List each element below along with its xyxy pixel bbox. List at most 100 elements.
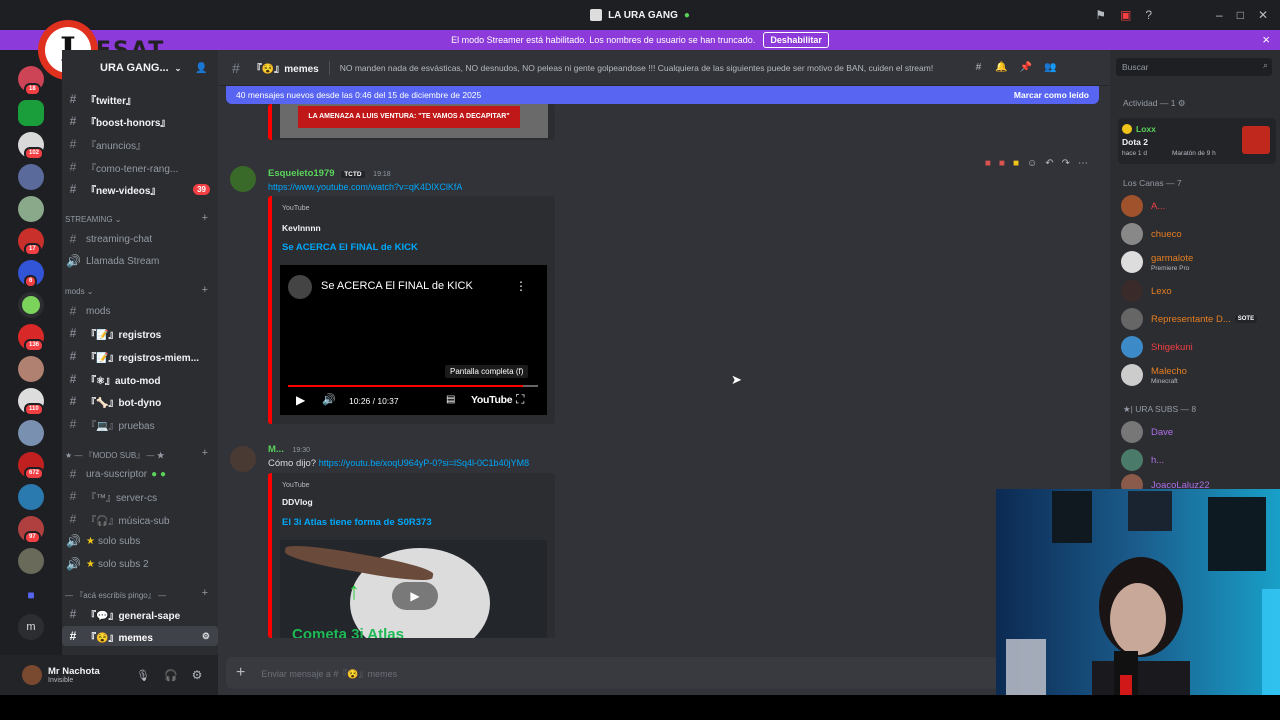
member-item[interactable]: Dave	[1121, 419, 1276, 445]
reaction-icon[interactable]: ■	[999, 158, 1005, 169]
forward-icon[interactable]: ↷	[1062, 158, 1070, 169]
reaction-icon[interactable]: ■	[985, 158, 991, 169]
message-input[interactable]: Enviar mensaje a #『😵』memes	[261, 667, 397, 680]
embed-author[interactable]: Kevlnnnn	[282, 223, 321, 233]
author-avatar[interactable]	[230, 166, 256, 192]
category-aca[interactable]: — 『acá escribís pingo』 —	[65, 590, 166, 601]
server-avatar[interactable]	[18, 164, 44, 190]
server-avatar[interactable]	[18, 100, 44, 126]
channel-item[interactable]: # ura-suscriptor ● ●	[62, 464, 218, 484]
channel-item[interactable]: # 『💻』pruebas	[62, 414, 218, 434]
channel-item[interactable]: # 『⚛』auto-mod	[62, 369, 218, 389]
invite-icon[interactable]: 👤	[195, 63, 207, 74]
member-item[interactable]: Malecho Minecraft	[1121, 362, 1276, 388]
attach-icon[interactable]: +	[236, 664, 245, 682]
mark-read-button[interactable]: Marcar como leído	[1014, 90, 1089, 100]
previous-image[interactable]: LA AMENAZA A LUIS VENTURA: "TE VAMOS A D…	[268, 104, 555, 140]
channel-item[interactable]: # 『🎧』música-sub	[62, 509, 218, 529]
play-icon[interactable]: ▶	[296, 393, 305, 407]
mic-icon[interactable]: 🎙	[136, 669, 150, 682]
activity-card[interactable]: Loxx Dota 2 hace 1 d Maratón de 9 h	[1118, 118, 1276, 164]
embed-title[interactable]: El 3i Atlas tiene forma de S0R373	[282, 517, 432, 528]
settings-icon[interactable]: ⚙	[192, 668, 203, 682]
add-channel-icon[interactable]: +	[202, 284, 208, 296]
channel-topic[interactable]: NO manden nada de esvásticas, NO desnudo…	[340, 63, 960, 73]
message-link[interactable]: https://youtu.be/xoqU964yP-0?si=lSq4l-0C…	[319, 458, 529, 468]
channel-item[interactable]: # 『new-videos』 39	[62, 179, 218, 199]
category-mods[interactable]: mods ⌄	[65, 287, 94, 296]
channel-item[interactable]: # streaming-chat	[62, 229, 218, 249]
embed-author[interactable]: DDVlog	[282, 497, 313, 507]
server-avatar[interactable]	[18, 196, 44, 222]
reply-icon[interactable]: ↶	[1045, 158, 1053, 169]
channel-settings-icon[interactable]: ⚙	[202, 631, 210, 642]
video-player[interactable]: Se ACERCA El FINAL de KICK ⋮ Pantalla co…	[280, 265, 547, 415]
member-item[interactable]: garmalote Premiere Pro	[1121, 249, 1276, 275]
channel-item[interactable]: ▸#『twitter』	[62, 89, 218, 109]
category-streaming[interactable]: STREAMING ⌄	[65, 215, 122, 224]
maximize-icon[interactable]: □	[1237, 8, 1244, 22]
bell-icon[interactable]: 🔔	[995, 62, 1007, 73]
screen-icon[interactable]: ▣	[1120, 8, 1131, 22]
captions-icon[interactable]: ▤	[446, 394, 455, 405]
video-thumbnail[interactable]: ↑ ▶ Cometa 3i Atlas	[280, 540, 547, 638]
search-input[interactable]: Buscar ⌕	[1116, 58, 1272, 76]
voice-channel-item[interactable]: 🔊 Llamada Stream	[62, 251, 218, 271]
play-button-icon[interactable]: ▶	[392, 582, 438, 610]
channel-item-selected[interactable]: # 『😵』memes ⚙	[62, 626, 218, 646]
fullscreen-icon[interactable]: ⛶	[516, 392, 524, 407]
author-name[interactable]: Esqueleto1979	[268, 168, 335, 179]
volume-icon[interactable]: 🔊	[322, 393, 336, 406]
add-channel-icon[interactable]: +	[202, 447, 208, 459]
pin-icon[interactable]: 📌	[1020, 62, 1032, 73]
add-reaction-icon[interactable]: ☺	[1027, 158, 1037, 169]
member-item[interactable]: Representante D... SOTE	[1121, 306, 1276, 332]
member-item[interactable]: A...	[1121, 193, 1276, 219]
server-avatar[interactable]	[18, 548, 44, 574]
members-icon[interactable]: 👥	[1044, 62, 1056, 73]
member-item[interactable]: Shigekuni	[1121, 334, 1276, 360]
headphones-icon[interactable]: 🎧	[164, 669, 178, 682]
more-icon[interactable]: ⋯	[1078, 158, 1088, 169]
author-name[interactable]: M...	[268, 444, 284, 455]
help-icon[interactable]: ?	[1145, 8, 1152, 22]
server-header[interactable]: URA GANG... ⌄ 👤	[62, 50, 218, 86]
message-composer[interactable]: + Enviar mensaje a #『😵』memes	[226, 657, 1099, 689]
new-messages-bar[interactable]: 40 mensajes nuevos desde las 0:46 del 15…	[226, 86, 1099, 104]
embed-title[interactable]: Se ACERCA El FINAL de KICK	[282, 242, 418, 253]
category-modo-sub[interactable]: ★ — 『MODO SUB』 — ★	[65, 450, 165, 461]
channel-item[interactable]: # 『anuncios』	[62, 134, 218, 154]
message-link[interactable]: https://www.youtube.com/watch?v=qK4DlXCl…	[268, 182, 462, 192]
channel-item[interactable]: # 『📝』registros-miem...	[62, 346, 218, 366]
add-channel-icon[interactable]: +	[202, 587, 208, 599]
voice-channel-item[interactable]: 🔊 ★ solo subs	[62, 531, 218, 551]
channel-item[interactable]: # 『💬』general-sape	[62, 604, 218, 624]
youtube-logo[interactable]: YouTube	[471, 394, 513, 406]
channel-item[interactable]: # 『📝』registros	[62, 323, 218, 343]
server-avatar[interactable]	[18, 420, 44, 446]
channel-item[interactable]: # mods	[62, 301, 218, 321]
channel-item[interactable]: # 『™』server-cs	[62, 486, 218, 506]
progress-track[interactable]	[288, 385, 538, 387]
user-avatar[interactable]	[22, 665, 42, 685]
channel-item[interactable]: # 『🦴』bot-dyno	[62, 391, 218, 411]
server-avatar[interactable]: m	[18, 614, 44, 640]
inbox-flag-icon[interactable]: ⚑	[1095, 8, 1106, 22]
server-avatar[interactable]	[18, 484, 44, 510]
server-avatar[interactable]	[18, 356, 44, 382]
add-channel-icon[interactable]: +	[202, 212, 208, 224]
threads-icon[interactable]: #	[976, 62, 982, 73]
folder-icon[interactable]: ■	[18, 582, 44, 608]
channel-item[interactable]: # 『boost-honors』	[62, 111, 218, 131]
member-item[interactable]: chueco	[1121, 221, 1276, 247]
close-icon[interactable]: ✕	[1258, 8, 1268, 22]
disable-streamer-button[interactable]: Deshabilitar	[763, 32, 829, 48]
reaction-icon[interactable]: ■	[1013, 158, 1019, 169]
author-avatar[interactable]	[230, 446, 256, 472]
minimize-icon[interactable]: –	[1216, 8, 1223, 22]
member-item[interactable]: h...	[1121, 447, 1276, 473]
kebab-icon[interactable]: ⋮	[515, 279, 527, 293]
channel-item[interactable]: # 『como-tener-rang...	[62, 157, 218, 177]
member-item[interactable]: Lexo	[1121, 278, 1276, 304]
server-avatar[interactable]	[18, 292, 44, 318]
